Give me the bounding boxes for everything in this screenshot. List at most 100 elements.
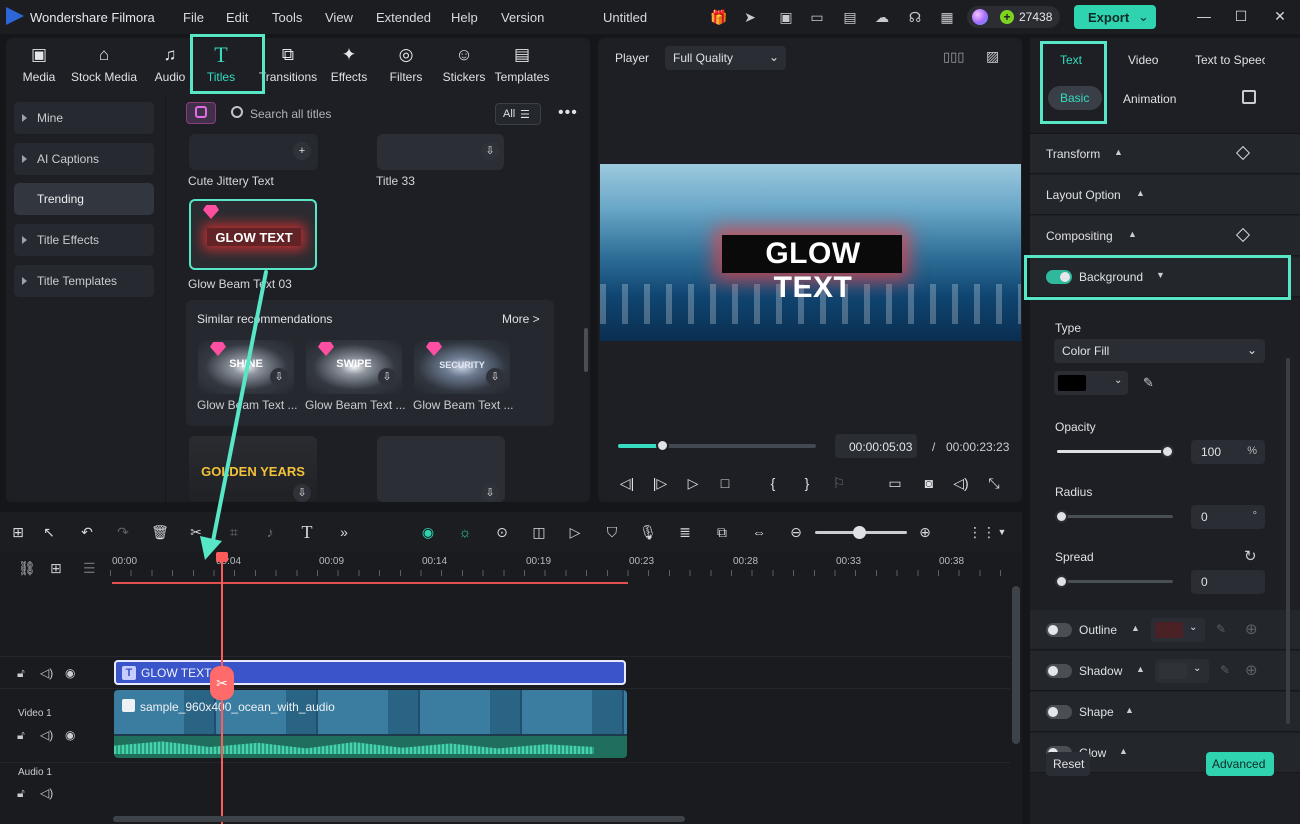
spread-slider-handle[interactable] — [1055, 575, 1068, 588]
save-preset-icon[interactable] — [1242, 90, 1256, 104]
cloud-upload-icon[interactable]: ☁ — [873, 8, 891, 26]
more-tools-icon[interactable]: » — [335, 523, 353, 541]
reset-button[interactable]: Reset — [1046, 752, 1090, 776]
progress-handle[interactable] — [655, 439, 669, 452]
eyedropper-icon[interactable]: ✎ — [1220, 663, 1230, 677]
crop-icon[interactable]: ⌗ — [225, 523, 243, 541]
outline-toggle[interactable] — [1046, 623, 1072, 637]
tab-video[interactable]: Video — [1128, 53, 1158, 67]
mark-in-icon[interactable]: { — [764, 474, 782, 492]
minimize-icon[interactable]: — — [1196, 8, 1212, 24]
reset-spread-icon[interactable]: ↻ — [1244, 547, 1257, 565]
more-options-icon[interactable]: ••• — [558, 104, 578, 122]
view-options-icon[interactable]: ⋮⋮ — [968, 523, 996, 541]
section-transform[interactable]: Transform ▲ — [1030, 134, 1300, 174]
unlink-icon[interactable]: ⛓ — [18, 560, 36, 577]
eyedropper-icon[interactable]: ✎ — [1143, 375, 1154, 391]
grid-view-icon[interactable]: ▯▯▯ — [943, 49, 964, 65]
spread-input[interactable]: 0 — [1191, 570, 1265, 594]
select-tool-icon[interactable]: ↖ — [40, 523, 58, 541]
download-icon[interactable]: ⇩ — [378, 368, 396, 386]
play-icon[interactable]: ▷ — [684, 474, 702, 492]
similar-thumb[interactable]: SWIPE ⇩ — [306, 340, 402, 394]
advanced-button[interactable]: Advanced — [1206, 752, 1274, 776]
more-link[interactable]: More > — [502, 312, 540, 326]
title-thumb[interactable]: ⇩ — [377, 436, 505, 502]
tab-media[interactable]: ▣ Media — [14, 44, 64, 92]
menu-help[interactable]: Help — [451, 10, 478, 25]
sidebar-item-ai-captions[interactable]: AI Captions — [14, 143, 154, 175]
chevron-down-icon[interactable]: ▼ — [993, 523, 1011, 541]
sidebar-item-title-effects[interactable]: Title Effects — [14, 224, 154, 256]
camera-record-icon[interactable]: ◫ — [530, 523, 548, 541]
shadow-color-picker[interactable]: ⌄ — [1155, 659, 1209, 683]
subtab-animation[interactable]: Animation — [1123, 92, 1176, 106]
similar-thumb[interactable]: SECURITY ⇩ — [414, 340, 510, 394]
mark-out-icon[interactable]: } — [798, 474, 816, 492]
tab-text-to-speech[interactable]: Text to Speech — [1195, 53, 1265, 67]
ai-mate-icon[interactable]: ◉ — [419, 523, 437, 541]
download-icon[interactable]: ⇩ — [293, 484, 311, 502]
headset-icon[interactable]: ☊ — [906, 8, 924, 26]
spread-slider[interactable] — [1057, 580, 1173, 583]
camera-icon[interactable]: ◙ — [920, 474, 938, 492]
background-type-select[interactable]: Color Fill ⌄ — [1054, 339, 1265, 363]
snapshot-image-icon[interactable]: ▨ — [986, 48, 999, 65]
send-icon[interactable]: ➤ — [741, 8, 759, 26]
volume-icon[interactable]: ◁) — [40, 666, 53, 680]
audio-edit-icon[interactable]: ♪ — [261, 523, 279, 541]
eyedropper-icon[interactable]: ✎ — [1216, 622, 1226, 636]
undo-icon[interactable]: ↶ — [78, 523, 96, 541]
split-icon[interactable]: ✂ — [187, 523, 205, 541]
video-clip[interactable]: sample_960x400_ocean_with_audio — [114, 690, 627, 758]
tab-templates[interactable]: ▤ Templates — [493, 44, 551, 92]
text-tool-icon[interactable]: T — [298, 523, 316, 541]
cloud-check-icon[interactable]: ▣ — [777, 8, 795, 26]
tab-stickers[interactable]: ☺ Stickers — [440, 44, 488, 92]
shield-icon[interactable]: ⛉ — [603, 523, 621, 541]
lock-icon[interactable]: 🔓︎ — [17, 728, 25, 743]
keyframe-icon[interactable] — [1235, 145, 1251, 161]
add-icon[interactable]: + — [293, 142, 311, 160]
section-shadow[interactable]: Shadow ▲ ⌄ ✎ ⊕ — [1030, 651, 1300, 691]
opacity-input[interactable]: 100 % — [1191, 440, 1265, 464]
sidebar-item-trending[interactable]: Trending — [14, 183, 154, 215]
tab-transitions[interactable]: ⧉ Transitions — [256, 44, 320, 92]
text-clip[interactable]: T GLOW TEXT — [114, 660, 626, 685]
keyframe-icon[interactable] — [1235, 227, 1251, 243]
download-icon[interactable]: ⇩ — [486, 368, 504, 386]
display-icon[interactable]: ▭ — [886, 474, 904, 492]
add-track-icon[interactable]: ⊞ — [50, 560, 62, 577]
microphone-icon[interactable]: 🎙 — [639, 523, 657, 541]
outline-color-picker[interactable]: ⌄ — [1151, 618, 1205, 642]
shape-toggle[interactable] — [1046, 705, 1072, 719]
save-icon[interactable]: ▤ — [841, 8, 859, 26]
zoom-out-icon[interactable]: ⊖ — [787, 523, 805, 541]
volume-icon[interactable]: ◁) — [952, 474, 970, 492]
gift-icon[interactable]: 🎁 — [710, 8, 728, 26]
timeline-vertical-scrollbar[interactable] — [1012, 586, 1020, 744]
section-outline[interactable]: Outline ▲ ⌄ ✎ ⊕ — [1030, 610, 1300, 650]
properties-scrollbar[interactable] — [1286, 358, 1290, 724]
lock-icon[interactable]: 🔓︎ — [17, 666, 25, 681]
delete-icon[interactable]: 🗑 — [151, 523, 169, 541]
timeline-ruler[interactable]: 00:00 00:04 00:09 00:14 00:19 00:23 00:2… — [110, 552, 1020, 584]
fit-icon[interactable]: ⇔ — [750, 523, 768, 541]
menu-view[interactable]: View — [325, 10, 353, 25]
grid-icon[interactable]: ▦ — [938, 8, 956, 26]
add-keyframe-icon[interactable]: ⊕ — [1245, 620, 1258, 638]
section-shape[interactable]: Shape ▲ — [1030, 692, 1300, 732]
stop-icon[interactable]: □ — [716, 474, 734, 492]
maximize-icon[interactable]: ☐ — [1233, 8, 1249, 24]
layout-icon[interactable]: ▭ — [808, 8, 826, 26]
library-scrollbar[interactable] — [584, 328, 588, 372]
video-preview[interactable]: GLOW TEXT — [600, 164, 1021, 341]
volume-icon[interactable]: ◁) — [40, 728, 53, 742]
export-button[interactable]: Export ⌄ — [1074, 5, 1156, 29]
audio-mixer-icon[interactable]: ≣ — [676, 523, 694, 541]
sidebar-item-title-templates[interactable]: Title Templates — [14, 265, 154, 297]
tab-audio[interactable]: ♫ Audio — [148, 44, 192, 92]
title-thumb-title-33[interactable]: ⇩ — [377, 134, 504, 170]
search-input[interactable] — [250, 105, 470, 123]
fullscreen-icon[interactable]: ⤡ — [985, 474, 1003, 492]
